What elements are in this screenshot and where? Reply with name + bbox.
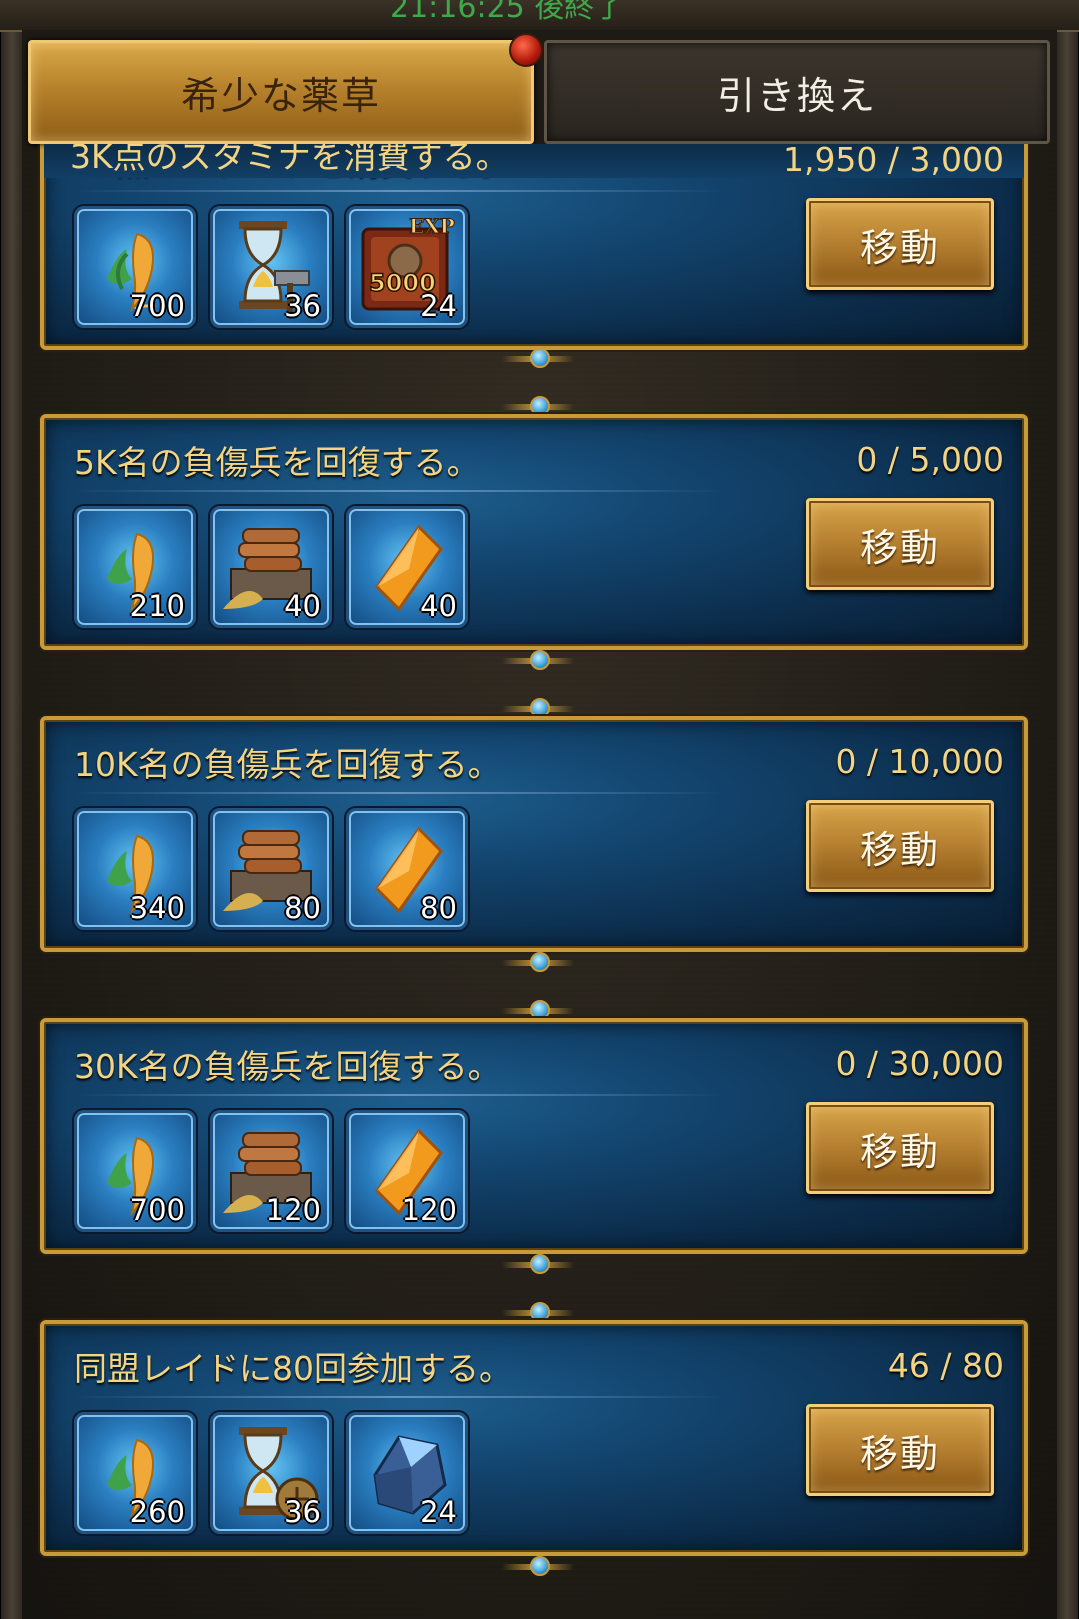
exp-badge-top: EXP [409,214,455,238]
reward-item[interactable]: 260 [74,1412,196,1534]
reward-item[interactable]: 40 [346,506,468,628]
divider-ornament [502,1556,574,1578]
quest-progress: 1,950 / 3,000 [782,144,1004,178]
go-button-label: 移動 [859,225,940,270]
reward-item[interactable]: 80 [210,808,332,930]
reward-list: 340 80 80 [74,808,468,930]
quest-divider [74,1396,724,1398]
reward-count: 80 [420,891,457,925]
reward-count: 40 [420,589,457,623]
event-timer-strip: 21:16:25 後終了 [0,0,1079,32]
reward-item[interactable]: 36 [210,1412,332,1534]
reward-item[interactable]: 120 [210,1110,332,1232]
reward-item[interactable]: 700 [74,1110,196,1232]
reward-item[interactable]: 80 [346,808,468,930]
quest-title: 5K名の負傷兵を回復する。 [74,443,480,482]
reward-list: 210 40 40 [74,506,468,628]
quest-divider [74,190,724,192]
reward-count: 120 [401,1193,457,1227]
tab-exchange[interactable]: 引き換え [544,40,1050,144]
quest-divider [74,792,724,794]
tab-rare-herbs-label: 希少な薬草 [180,73,381,118]
right-frame [1055,0,1079,1619]
quest-title: 同盟レイドに80回参加する。 [74,1349,512,1388]
quest-progress: 0 / 5,000 [856,440,1004,479]
go-button[interactable]: 移動 [806,1404,994,1496]
quest-progress: 0 / 30,000 [835,1044,1004,1083]
quest-card: 同盟レイドに80回参加する。 46 / 80 260 36 24 移動 [40,1320,1028,1556]
reward-item[interactable]: 120 [346,1110,468,1232]
reward-count: 210 [129,589,185,623]
quest-progress: 0 / 10,000 [835,742,1004,781]
go-button[interactable]: 移動 [806,1102,994,1194]
quest-title: 30K名の負傷兵を回復する。 [74,1047,501,1086]
divider-ornament [502,1254,574,1276]
quest-progress: 46 / 80 [887,1346,1004,1385]
reward-item[interactable]: 36 [210,206,332,328]
quest-0-title-strip: 3K点のスタミナを消費する。 1,950 / 3,000 [44,144,1024,178]
go-button-label: 移動 [859,525,940,570]
go-button[interactable]: 移動 [806,198,994,290]
quest-card: 5K名の負傷兵を回復する。 0 / 5,000 210 40 40 移動 [40,414,1028,650]
go-button[interactable]: 移動 [806,800,994,892]
divider-ornament [502,348,574,370]
reward-item[interactable]: 700 [74,206,196,328]
left-frame [0,0,24,1619]
tab-exchange-label: 引き換え [716,73,877,118]
quest-divider [74,1094,724,1096]
go-button[interactable]: 移動 [806,498,994,590]
divider-ornament [502,952,574,974]
reward-count: 700 [129,289,185,323]
go-button-label: 移動 [859,1431,940,1476]
quest-divider [74,490,724,492]
quest-card: 10K名の負傷兵を回復する。 0 / 10,000 340 80 80 移動 [40,716,1028,952]
reward-list: 700 36 EXP 5000 24 [74,206,468,328]
reward-count: 260 [129,1495,185,1529]
go-button-label: 移動 [859,1129,940,1174]
tab-rare-herbs[interactable]: 希少な薬草 [28,33,543,144]
reward-count: 40 [284,589,321,623]
tab-bar-front: 希少な薬草 引き換え [28,33,1050,144]
reward-item[interactable]: EXP 5000 24 [346,206,468,328]
reward-list: 260 36 24 [74,1412,468,1534]
reward-count: 700 [129,1193,185,1227]
reward-item[interactable]: 340 [74,808,196,930]
reward-count: 24 [420,289,457,323]
reward-item[interactable]: 210 [74,506,196,628]
reward-count: 80 [284,891,321,925]
reward-count: 36 [284,1495,321,1529]
quest-title: 10K名の負傷兵を回復する。 [74,745,501,784]
reward-count: 36 [284,289,321,323]
reward-item[interactable]: 40 [210,506,332,628]
quest-title: 3K点のスタミナを消費する。 [70,144,509,176]
notification-dot [509,33,543,67]
reward-list: 700 120 120 [74,1110,468,1232]
reward-count: 340 [129,891,185,925]
go-button-label: 移動 [859,827,940,872]
divider-ornament [502,650,574,672]
reward-item[interactable]: 24 [346,1412,468,1534]
reward-count: 120 [265,1193,321,1227]
event-timer-text: 21:16:25 後終了 [390,0,625,25]
quest-card: 30K名の負傷兵を回復する。 0 / 30,000 700 120 120 移動 [40,1018,1028,1254]
reward-count: 24 [420,1495,457,1529]
